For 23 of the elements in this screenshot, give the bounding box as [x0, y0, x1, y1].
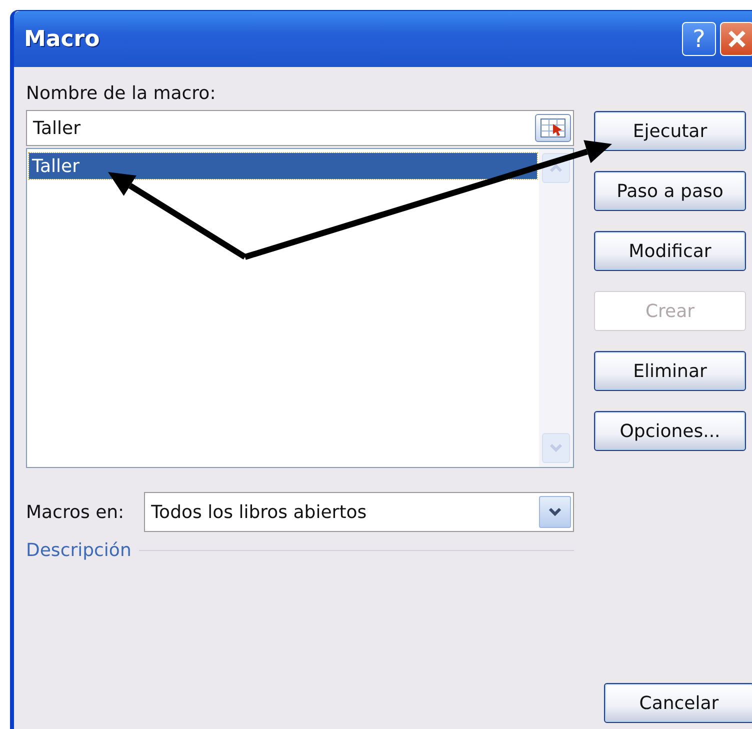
close-icon	[726, 28, 748, 50]
chevron-down-icon	[548, 507, 562, 517]
field-label: Macros en:	[26, 502, 124, 522]
dialog-button[interactable]: Eliminar	[594, 351, 746, 391]
dialog-button[interactable]: Ejecutar	[594, 111, 746, 151]
scrollbar[interactable]	[539, 149, 573, 467]
close-button[interactable]	[720, 22, 752, 56]
window-title: Macro	[24, 26, 101, 52]
field-value: Taller	[33, 118, 82, 138]
select-range-button[interactable]	[535, 114, 571, 142]
dropdown-button[interactable]	[539, 496, 571, 528]
field-label: Nombre de la macro:	[26, 83, 217, 104]
dialog-button[interactable]: Opciones...	[594, 411, 746, 451]
dialog-button[interactable]: Paso a paso	[594, 171, 746, 211]
section-heading: Descripción	[26, 540, 132, 561]
list-item[interactable]: Taller	[29, 153, 537, 179]
help-button[interactable]: ?	[682, 22, 716, 56]
macros-in-dropdown[interactable]: Todos los libros abiertos	[144, 492, 574, 532]
dialog-button[interactable]: Modificar	[594, 231, 746, 271]
macro-name-field[interactable]: Taller	[26, 110, 574, 146]
dropdown-value: Todos los libros abiertos	[151, 502, 368, 522]
cancel-button[interactable]: Cancelar	[604, 683, 752, 723]
range-picker-icon	[540, 118, 566, 138]
